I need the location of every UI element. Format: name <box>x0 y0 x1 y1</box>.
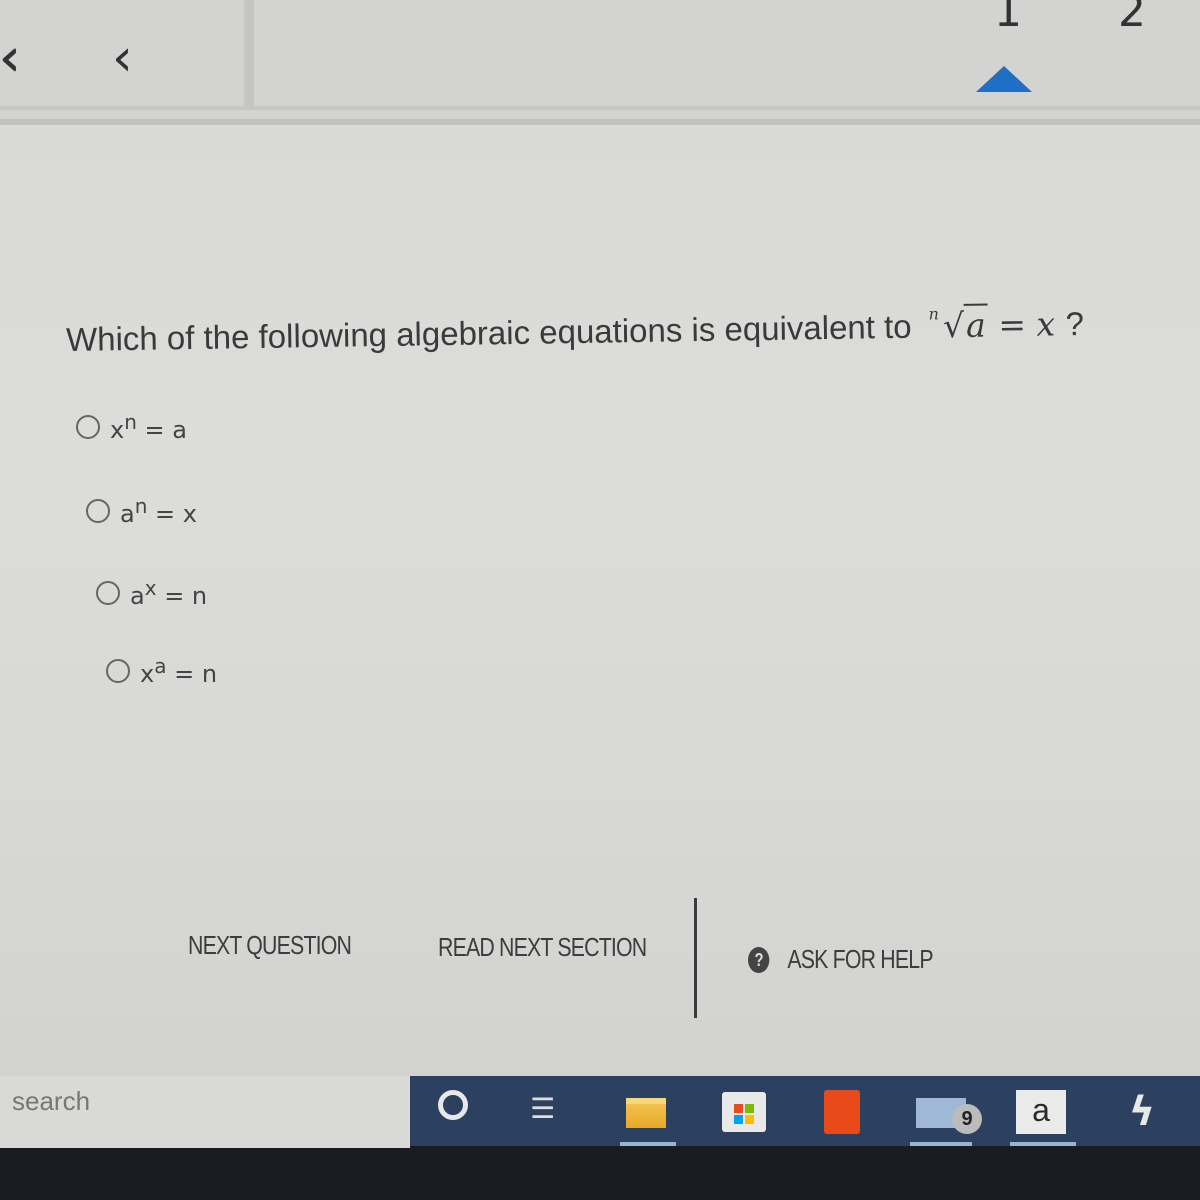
page-number-2[interactable]: 2 <box>1118 0 1146 37</box>
question-text: Which of the following algebraic equatio… <box>65 307 912 358</box>
help-icon: ? <box>748 946 770 973</box>
answer-option-1-label: xn = a <box>110 410 187 444</box>
ask-for-help-label: ASK FOR HELP <box>787 944 933 974</box>
previous-page-icon[interactable]: ‹ <box>112 28 133 88</box>
radio-button-4[interactable] <box>106 659 130 683</box>
ask-for-help-button[interactable]: ? ASK FOR HELP <box>748 944 934 975</box>
top-navigation-bar: ‹‹ ‹ 1 2 <box>0 0 1200 125</box>
office-icon[interactable] <box>824 1090 860 1134</box>
mail-active-underline <box>910 1142 972 1146</box>
radio-button-3[interactable] <box>96 581 120 605</box>
answer-option-1[interactable]: xn = a <box>76 410 187 444</box>
amazon-icon[interactable]: a <box>1016 1090 1066 1134</box>
nav-divider <box>244 0 254 110</box>
cortana-icon[interactable] <box>438 1090 468 1120</box>
answer-option-3-label: ax = n <box>130 576 208 610</box>
radio-button-1[interactable] <box>76 415 100 439</box>
root-index: n <box>928 304 940 324</box>
radio-button-2[interactable] <box>86 499 110 523</box>
answer-option-2[interactable]: an = x <box>86 494 197 528</box>
amazon-active-underline <box>1010 1142 1076 1146</box>
radicand: a <box>963 303 989 345</box>
taskbar-icon-strip <box>410 1076 1200 1146</box>
question-expression: n √a = x <box>928 303 1056 346</box>
question-mark: ? <box>1065 305 1085 343</box>
file-explorer-icon[interactable] <box>626 1098 666 1128</box>
power-automate-icon[interactable]: ϟ <box>1122 1090 1162 1134</box>
action-divider <box>694 898 697 1018</box>
store-icon[interactable] <box>722 1092 766 1132</box>
question-rhs: = x <box>987 304 1056 345</box>
mail-icon[interactable]: 9 <box>916 1098 982 1134</box>
page-number-1[interactable]: 1 <box>994 0 1022 37</box>
question-prompt: Which of the following algebraic equatio… <box>66 301 1177 359</box>
explorer-active-underline <box>620 1142 676 1146</box>
mail-badge: 9 <box>952 1104 982 1134</box>
task-view-icon[interactable]: ☰ <box>530 1094 564 1124</box>
answer-option-3[interactable]: ax = n <box>96 576 207 610</box>
read-next-section-button[interactable]: READ NEXT SECTION <box>438 932 647 963</box>
taskbar-search-box[interactable]: search <box>0 1076 410 1148</box>
answer-option-4[interactable]: xa = n <box>106 654 217 688</box>
answer-option-4-label: xa = n <box>140 654 218 688</box>
taskbar-search-placeholder: search <box>12 1086 91 1116</box>
answer-option-2-label: an = x <box>120 494 197 528</box>
nav-baseline <box>0 106 1200 110</box>
current-page-indicator <box>976 66 1032 92</box>
next-question-button[interactable]: NEXT QUESTION <box>188 930 352 961</box>
windows-taskbar: search ☰ 9 a ϟ <box>0 1076 1200 1200</box>
